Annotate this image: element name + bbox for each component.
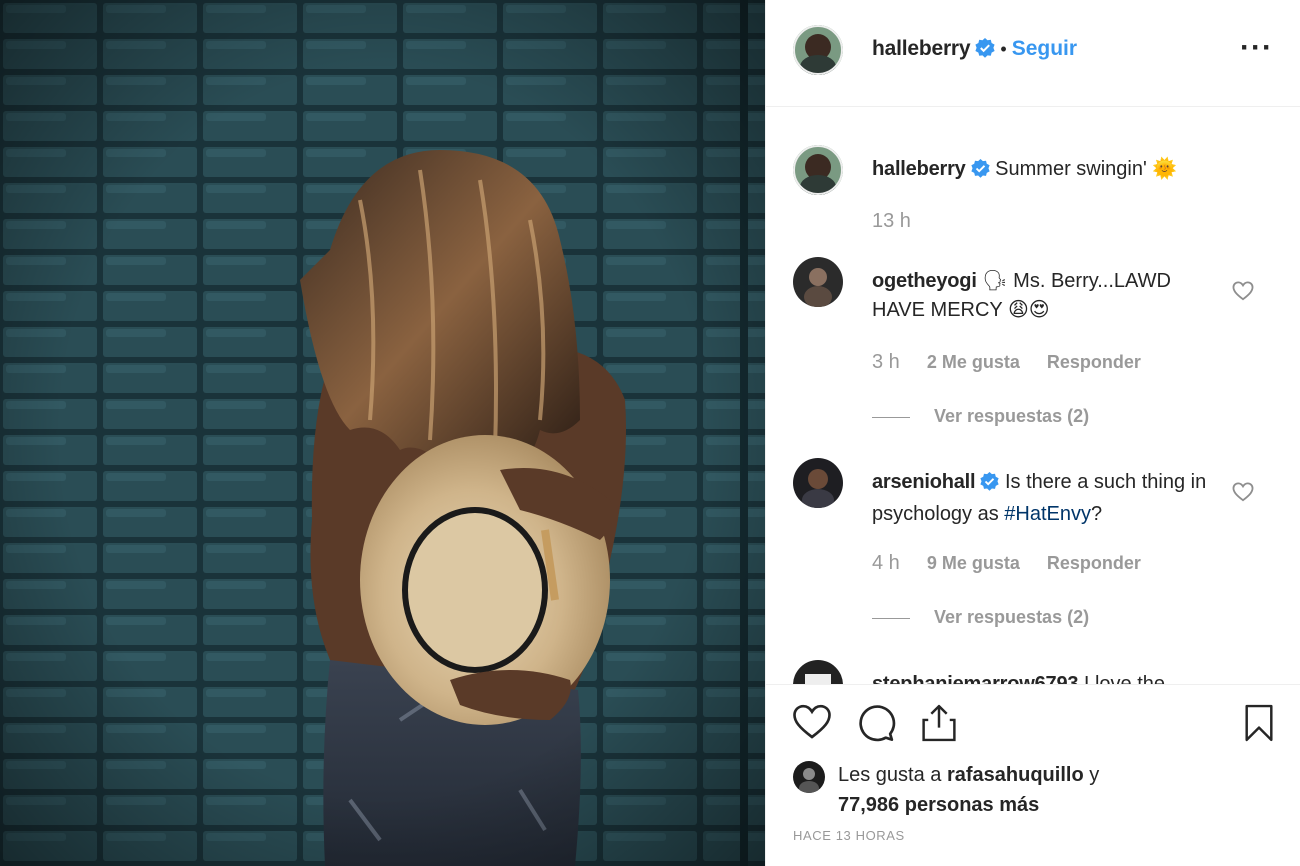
like-comment-heart-icon[interactable] xyxy=(1232,281,1254,306)
comment-text: arseniohall Is there a such thing in psy… xyxy=(872,468,1212,529)
commenter-avatar[interactable] xyxy=(793,660,843,684)
comment-time[interactable]: 3 h xyxy=(872,351,900,373)
likes-connector: y xyxy=(1083,764,1100,786)
replies-line xyxy=(872,617,910,619)
separator-dot: • xyxy=(1000,39,1007,59)
caption-meta: 13 h xyxy=(872,210,933,233)
view-replies-label: Ver respuestas (2) xyxy=(934,607,1090,627)
follow-button[interactable]: Seguir xyxy=(1012,37,1077,60)
bookmark-icon[interactable] xyxy=(1242,703,1276,748)
comment-meta: 4 h 9 Me gusta Responder xyxy=(872,552,1163,575)
post-photo[interactable] xyxy=(0,0,765,866)
author-avatar[interactable] xyxy=(793,25,843,75)
post-header: halleberry • Seguir ··· xyxy=(766,0,1300,107)
like-heart-icon[interactable] xyxy=(792,703,832,746)
comment-username[interactable]: ogetheyogi xyxy=(872,270,977,292)
liker-username[interactable]: rafasahuquillo xyxy=(947,764,1084,786)
comment-username[interactable]: arseniohall xyxy=(872,471,976,493)
commenter-avatar[interactable] xyxy=(793,458,843,508)
comment-body-end: ? xyxy=(1091,503,1103,525)
post-side-panel: halleberry • Seguir ··· halleberry Summer … xyxy=(765,0,1300,866)
caption-avatar[interactable] xyxy=(793,145,843,195)
comment-likes[interactable]: 9 Me gusta xyxy=(927,553,1020,573)
view-replies-label: Ver respuestas (2) xyxy=(934,406,1090,426)
view-replies-button[interactable]: Ver respuestas (2) xyxy=(872,406,1089,427)
comment-time[interactable]: 4 h xyxy=(872,552,900,574)
share-icon[interactable] xyxy=(920,703,958,748)
author-username[interactable]: halleberry xyxy=(872,37,971,60)
verified-badge-icon xyxy=(970,158,990,187)
comment-text: stephaniemarrow6793 I love the xyxy=(872,670,1212,684)
post-image xyxy=(0,0,765,866)
comment-likes[interactable]: 2 Me gusta xyxy=(927,352,1020,372)
post-timestamp[interactable]: HACE 13 HORAS xyxy=(793,828,905,843)
comment-text: ogetheyogi 🗣 Ms. Berry...LAWD HAVE MERCY… xyxy=(872,267,1212,325)
liker-avatar[interactable] xyxy=(793,761,825,793)
more-options-icon[interactable]: ··· xyxy=(1240,33,1273,63)
commenter-avatar[interactable] xyxy=(793,257,843,307)
sun-emoji: 🌞 xyxy=(1152,158,1178,180)
reply-button[interactable]: Responder xyxy=(1047,352,1141,372)
comments-section: halleberry Summer swingin' 🌞 13 h ogethe… xyxy=(766,108,1300,684)
comment-body: I love the xyxy=(1083,673,1166,684)
caption-username[interactable]: halleberry xyxy=(872,158,966,180)
comment-username[interactable]: stephaniemarrow6793 xyxy=(872,673,1079,684)
likes-count[interactable]: 77,986 personas más xyxy=(838,794,1039,816)
comment-bubble-icon[interactable] xyxy=(856,703,896,748)
post-actions: Les gusta a rafasahuquillo y 77,986 pers… xyxy=(766,684,1300,866)
verified-badge-icon xyxy=(980,471,1000,500)
comment-meta: 3 h 2 Me gusta Responder xyxy=(872,351,1163,374)
replies-line xyxy=(872,416,910,418)
verified-badge-icon xyxy=(975,38,995,63)
likes-prefix: Les gusta a xyxy=(838,764,947,786)
view-replies-button[interactable]: Ver respuestas (2) xyxy=(872,607,1089,628)
reply-button[interactable]: Responder xyxy=(1047,553,1141,573)
like-comment-heart-icon[interactable] xyxy=(1232,482,1254,507)
caption-text: halleberry Summer swingin' 🌞 xyxy=(872,155,1212,187)
caption-time[interactable]: 13 h xyxy=(872,210,911,232)
hashtag-link[interactable]: #HatEnvy xyxy=(1004,503,1091,525)
caption-body: Summer swingin' xyxy=(995,158,1147,180)
likes-summary: Les gusta a rafasahuquillo y 77,986 pers… xyxy=(838,760,1099,820)
